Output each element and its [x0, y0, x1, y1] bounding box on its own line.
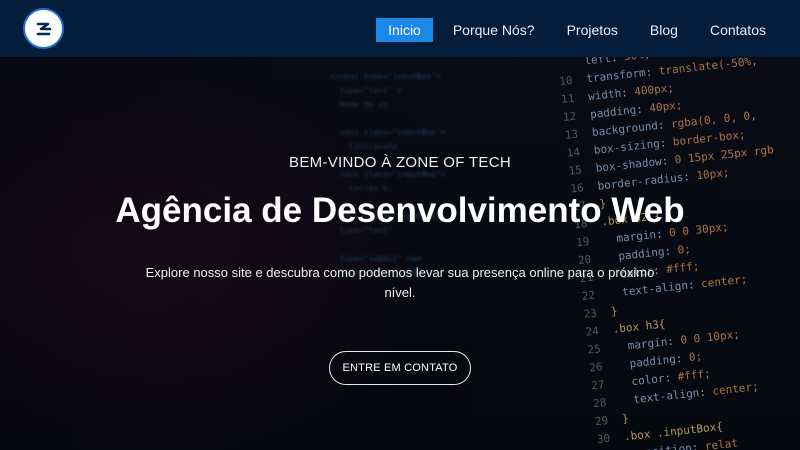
nav-item-contatos[interactable]: Contatos [698, 18, 778, 42]
navbar: Inicio Porque Nós? Projetos Blog Contato… [0, 0, 800, 57]
nav-item-projetos[interactable]: Projetos [555, 18, 630, 42]
nav-item-porque-nos[interactable]: Porque Nós? [441, 18, 547, 42]
hero-section: <input type="inputBox"> type="text" > No… [0, 0, 800, 450]
contact-button[interactable]: ENTRE EM CONTATO [329, 351, 471, 385]
zone-of-tech-logo-icon [36, 22, 51, 35]
nav-item-blog[interactable]: Blog [638, 18, 690, 42]
hero-description: Explore nosso site e descubra como podem… [145, 265, 655, 300]
hero-title: Agência de Desenvolvimento Web [115, 191, 685, 230]
hero-eyebrow: BEM-VINDO À ZONE OF TECH [289, 154, 511, 171]
nav-item-inicio[interactable]: Inicio [376, 18, 433, 42]
logo[interactable] [23, 8, 64, 49]
main-nav: Inicio Porque Nós? Projetos Blog Contato… [368, 18, 778, 42]
